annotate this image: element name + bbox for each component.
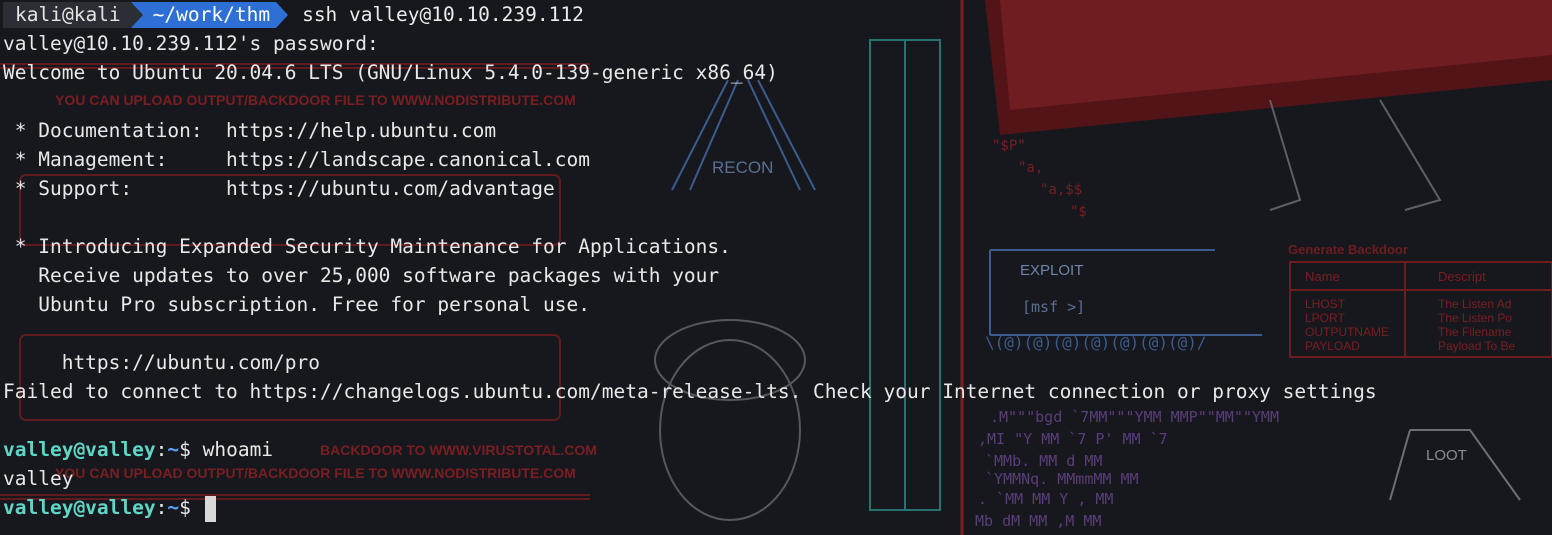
wallpaper-desc-2: The Listen Po bbox=[1438, 311, 1512, 325]
active-prompt-path: ~ bbox=[167, 496, 180, 519]
active-prompt-user-host: valley@valley bbox=[3, 496, 156, 519]
wallpaper-desc-3: The Filename bbox=[1438, 325, 1512, 339]
output-line: * Management: https://landscape.canonica… bbox=[3, 148, 590, 171]
output-line: valley bbox=[3, 467, 74, 490]
output-line: * Documentation: https://help.ubuntu.com bbox=[3, 119, 497, 142]
command-whoami: whoami bbox=[202, 438, 274, 461]
output-line: valley@10.10.239.112's password: bbox=[3, 32, 379, 55]
output-line: Receive updates to over 25,000 software … bbox=[3, 264, 720, 287]
local-prompt: kali@kali ~/work/thm ssh valley@10.10.23… bbox=[3, 0, 1377, 29]
output-line: * Introducing Expanded Security Maintena… bbox=[3, 235, 731, 258]
prompt-command: ssh valley@10.10.239.112 bbox=[302, 3, 584, 26]
remote-prompt-path: ~ bbox=[167, 438, 180, 461]
active-prompt-line[interactable]: valley@valley:~$ bbox=[3, 493, 1377, 522]
output-line: Ubuntu Pro subscription. Free for person… bbox=[3, 293, 590, 316]
output-line: Welcome to Ubuntu 20.04.6 LTS (GNU/Linux… bbox=[3, 61, 778, 84]
wallpaper-desc-1: The Listen Ad bbox=[1438, 297, 1511, 311]
wallpaper-col-descript: Descript bbox=[1438, 269, 1486, 284]
text-cursor[interactable] bbox=[204, 495, 216, 522]
remote-prompt-line: valley@valley:~$ whoami bbox=[3, 435, 1377, 464]
prompt-path: ~/work/thm bbox=[142, 1, 277, 28]
active-prompt-symbol: $ bbox=[179, 496, 203, 519]
active-prompt-sep: : bbox=[155, 496, 168, 519]
output-line: Failed to connect to https://changelogs.… bbox=[3, 380, 1377, 403]
prompt-user-host: kali@kali bbox=[3, 1, 131, 28]
remote-prompt-symbol: $ bbox=[179, 438, 203, 461]
prompt-separator-arrow-icon bbox=[130, 1, 143, 28]
output-line: https://ubuntu.com/pro bbox=[3, 351, 320, 374]
output-line: * Support: https://ubuntu.com/advantage bbox=[3, 177, 555, 200]
remote-prompt-sep: : bbox=[155, 438, 168, 461]
wallpaper-loot-label: LOOT bbox=[1426, 447, 1467, 464]
prompt-end-arrow-icon bbox=[276, 1, 289, 28]
remote-prompt-user-host: valley@valley bbox=[3, 438, 156, 461]
wallpaper-desc-4: Payload To Be bbox=[1438, 339, 1515, 353]
terminal-output[interactable]: kali@kali ~/work/thm ssh valley@10.10.23… bbox=[3, 0, 1377, 522]
